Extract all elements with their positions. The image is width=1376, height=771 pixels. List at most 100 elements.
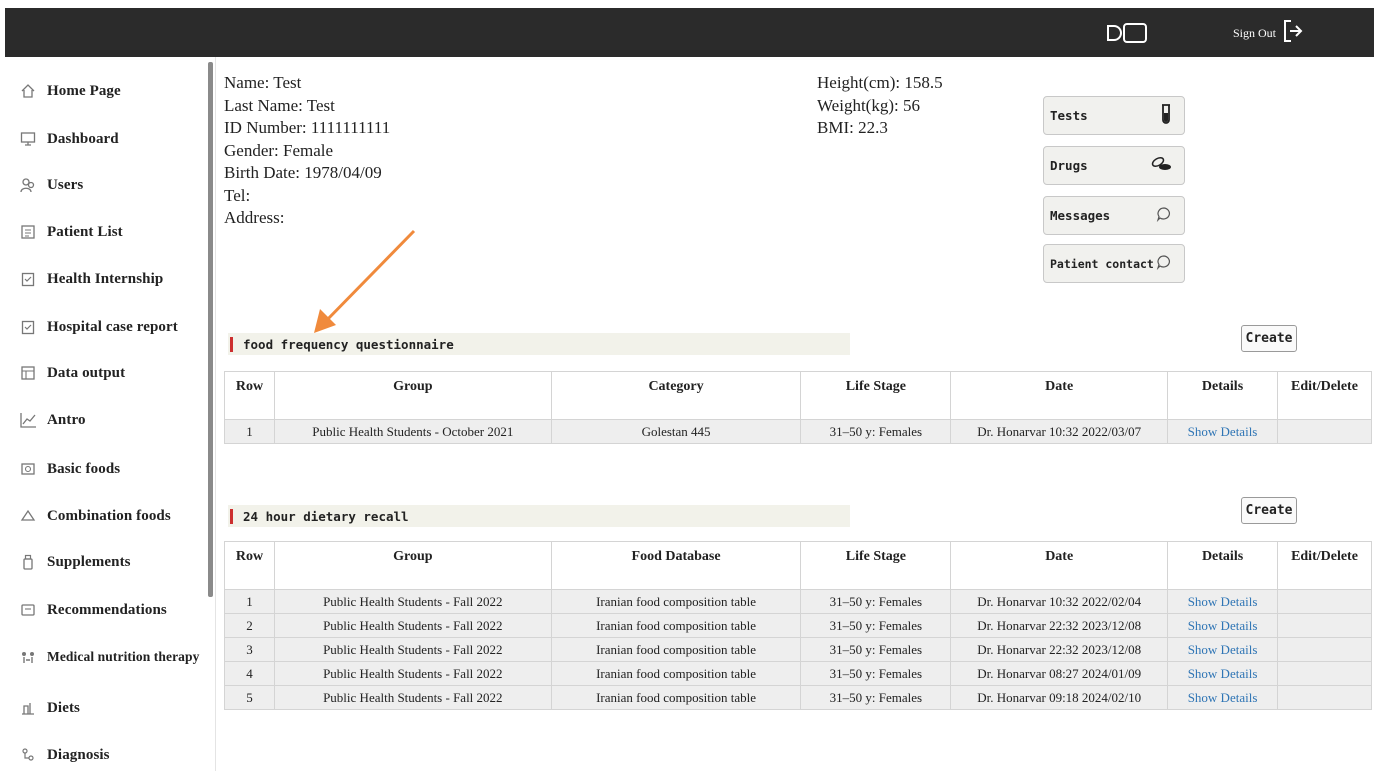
cell-edit-delete[interactable] <box>1277 685 1372 710</box>
cell-edit-delete[interactable] <box>1277 613 1372 638</box>
cell-row: 3 <box>224 637 275 662</box>
cell-edit-delete[interactable] <box>1276 419 1373 444</box>
patient-contact-button[interactable]: Patient contact <box>1043 244 1185 283</box>
show-details-link[interactable]: Show Details <box>1167 419 1278 444</box>
sidebar-item-combination-foods[interactable]: Combination foods <box>5 496 210 536</box>
column-header: Date <box>950 541 1169 590</box>
note-icon <box>15 602 41 618</box>
patient-bmi: BMI: 22.3 <box>817 118 888 137</box>
tests-button[interactable]: Tests <box>1043 96 1185 135</box>
top-bar: Sign Out <box>5 8 1374 57</box>
cell-date: Dr. Honarvar 08:27 2024/01/09 <box>950 661 1169 686</box>
cell-food-database: Iranian food composition table <box>550 661 802 686</box>
table-row: 2 Public Health Students - Fall 2022 Ira… <box>224 613 1372 638</box>
sidebar-item-medical-nutrition-therapy[interactable]: Medical nutrition therapy <box>5 637 210 677</box>
drugs-button[interactable]: Drugs <box>1043 146 1185 185</box>
cell-date: Dr. Honarvar 22:32 2023/12/08 <box>950 637 1169 662</box>
recall-section-title: 24 hour dietary recall <box>243 508 409 524</box>
cell-life-stage: 31–50 y: Females <box>800 589 952 614</box>
cell-date: Dr. Honarvar 09:18 2024/02/10 <box>950 685 1169 710</box>
cell-food-database: Iranian food composition table <box>550 613 802 638</box>
section-marker <box>230 336 233 352</box>
sidebar-item-basic-foods[interactable]: Basic foods <box>5 449 210 489</box>
sidebar-item-diagnosis[interactable]: Diagnosis <box>5 735 210 771</box>
cell-edit-delete[interactable] <box>1277 589 1372 614</box>
patient-weight: Weight(kg): 56 <box>817 95 920 115</box>
sidebar-item-hospital-case-report[interactable]: Hospital case report <box>5 307 210 347</box>
show-details-link[interactable]: Show Details <box>1167 685 1278 710</box>
display-toggle-icon[interactable] <box>1105 22 1155 44</box>
recall-create-button[interactable]: Create <box>1241 497 1297 524</box>
cell-life-stage: 31–50 y: Females <box>800 661 952 686</box>
diagnosis-icon <box>15 747 41 763</box>
show-details-link[interactable]: Show Details <box>1167 661 1278 686</box>
sidebar-item-antro[interactable]: Antro <box>5 400 210 440</box>
column-header: Life Stage <box>800 541 952 590</box>
sidebar-item-label: Health Internship <box>47 270 164 287</box>
sidebar-item-dashboard[interactable]: Dashboard <box>5 119 210 159</box>
drugs-label: Drugs <box>1050 158 1088 173</box>
list-icon <box>15 224 41 240</box>
sidebar-item-label: Basic foods <box>47 460 121 477</box>
column-header: Details <box>1167 371 1278 420</box>
test-tube-icon <box>1160 103 1172 128</box>
show-details-link[interactable]: Show Details <box>1167 613 1278 638</box>
column-header: Group <box>273 371 552 420</box>
table-header-row: Row Group Food Database Life Stage Date … <box>224 541 1372 590</box>
clipboard-icon <box>15 271 41 287</box>
cell-life-stage: 31–50 y: Females <box>800 613 952 638</box>
cell-food-database: Iranian food composition table <box>550 685 802 710</box>
table-row: 5 Public Health Students - Fall 2022 Ira… <box>224 685 1372 710</box>
sidebar-item-health-internship[interactable]: Health Internship <box>5 259 210 299</box>
messages-button[interactable]: Messages <box>1043 196 1185 235</box>
sidebar-item-label: Hospital case report <box>47 318 178 335</box>
sidebar-item-diets[interactable]: Diets <box>5 688 210 728</box>
cell-group: Public Health Students - Fall 2022 <box>273 637 552 662</box>
sidebar-item-users[interactable]: Users <box>5 165 210 205</box>
sidebar-item-recommendations[interactable]: Recommendations <box>5 590 210 630</box>
table-row: 1 Public Health Students - Fall 2022 Ira… <box>224 589 1372 614</box>
show-details-link[interactable]: Show Details <box>1167 589 1278 614</box>
sidebar-item-home-page[interactable]: Home Page <box>5 71 210 111</box>
bottle-icon <box>15 554 41 570</box>
cell-date: Dr. Honarvar 10:32 2022/02/04 <box>950 589 1169 614</box>
sign-out-button[interactable]: Sign Out <box>1233 20 1304 46</box>
sidebar-item-data-output[interactable]: Data output <box>5 353 210 393</box>
cell-row: 1 <box>224 589 275 614</box>
sidebar-scrollbar[interactable] <box>208 62 213 597</box>
column-header: Edit/Delete <box>1277 541 1372 590</box>
ffq-create-button[interactable]: Create <box>1241 325 1297 352</box>
cell-edit-delete[interactable] <box>1277 637 1372 662</box>
sidebar-item-label: Recommendations <box>47 601 167 618</box>
sidebar-item-label: Antro <box>47 411 86 428</box>
messages-label: Messages <box>1050 208 1111 223</box>
patient-info: Name: Test Last Name: Test ID Number: 11… <box>224 72 390 230</box>
cell-group: Public Health Students - Fall 2022 <box>273 685 552 710</box>
sidebar-item-label: Diagnosis <box>47 746 110 763</box>
sidebar-item-patient-list[interactable]: Patient List <box>5 212 210 252</box>
sidebar-item-label: Combination foods <box>47 507 171 524</box>
clipboard-icon <box>15 319 41 335</box>
column-header: Row <box>224 541 275 590</box>
cell-row: 2 <box>224 613 275 638</box>
sidebar-item-label: Data output <box>47 364 126 381</box>
patient-contact-label: Patient contact <box>1050 256 1154 271</box>
diet-icon <box>15 700 41 716</box>
recall-section-header: 24 hour dietary recall <box>228 505 850 527</box>
home-icon <box>15 83 41 99</box>
show-details-link[interactable]: Show Details <box>1167 637 1278 662</box>
sidebar-item-label: Diets <box>47 699 80 716</box>
patient-last-name: Last Name: Test <box>224 95 335 115</box>
sidebar-item-supplements[interactable]: Supplements <box>5 542 210 582</box>
cell-food-database: Iranian food composition table <box>550 637 802 662</box>
table-row: 1 Public Health Students - October 2021 … <box>224 419 1373 444</box>
users-icon <box>15 177 41 193</box>
patient-id-number: ID Number: 1111111111 <box>224 118 391 137</box>
sidebar-item-label: Users <box>47 176 84 193</box>
cell-life-stage: 31–50 y: Females <box>800 419 952 444</box>
recall-table: Row Group Food Database Life Stage Date … <box>224 541 1372 710</box>
therapy-icon <box>15 649 41 665</box>
ffq-table: Row Group Category Life Stage Date Detai… <box>224 371 1373 444</box>
tests-label: Tests <box>1050 108 1088 123</box>
cell-edit-delete[interactable] <box>1277 661 1372 686</box>
